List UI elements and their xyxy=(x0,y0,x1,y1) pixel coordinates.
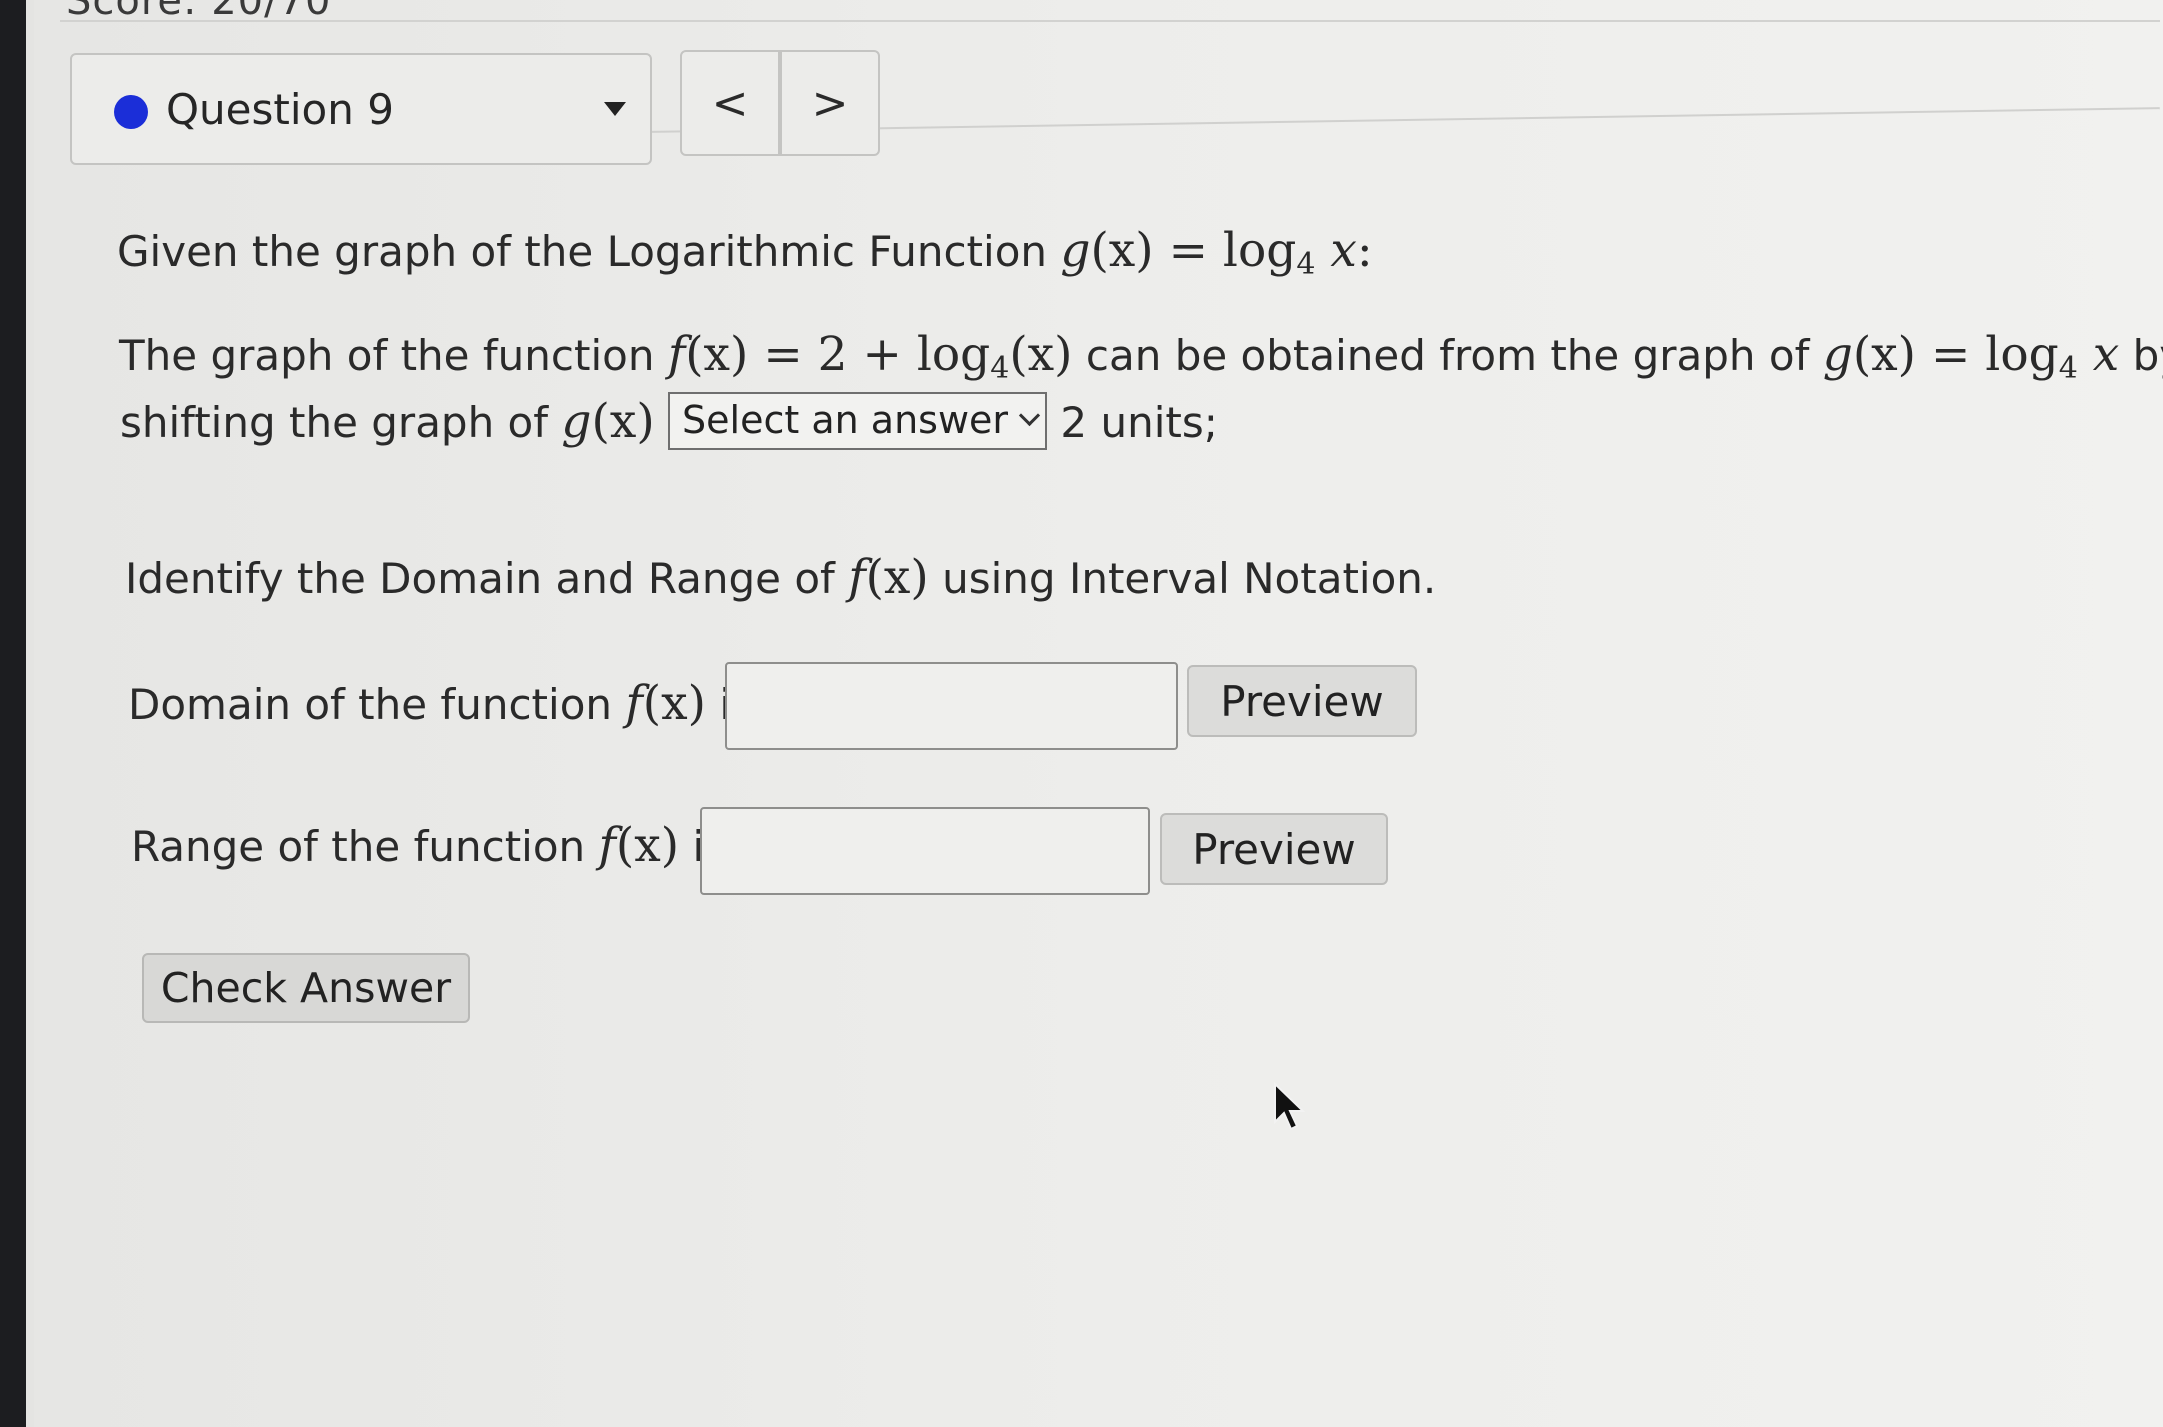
score-text: Score: 20/70 xyxy=(66,0,332,24)
f-formula: f(x) = 2 + log4(x) xyxy=(667,327,1073,386)
domain-label: Domain of the function f(x) is xyxy=(128,676,753,731)
g-function: g(x) xyxy=(561,394,655,449)
range-input[interactable] xyxy=(700,807,1150,895)
transformation-sentence-line1: The graph of the function f(x) = 2 + log… xyxy=(119,327,2163,386)
chevron-left-icon: < xyxy=(711,77,749,129)
range-preview-button[interactable]: Preview xyxy=(1160,813,1388,885)
check-answer-button[interactable]: Check Answer xyxy=(142,953,470,1023)
caret-down-icon xyxy=(604,102,626,116)
mouse-pointer-icon xyxy=(1274,1082,1306,1131)
identify-instruction: Identify the Domain and Range of f(x) us… xyxy=(125,550,1437,605)
shift-direction-select[interactable]: Select an answer xyxy=(668,392,1048,450)
intro-formula: g(x) = log4 x: xyxy=(1060,223,1373,282)
g-formula: g(x) = log4 x xyxy=(1822,327,2120,386)
intro-text: Given the graph of the Logarithmic Funct… xyxy=(117,227,1048,276)
problem-intro: Given the graph of the Logarithmic Funct… xyxy=(117,223,1373,282)
previous-question-button[interactable]: < xyxy=(680,50,780,156)
transformation-sentence-line2: shifting the graph of g(x) Select an ans… xyxy=(120,392,1218,450)
domain-preview-button[interactable]: Preview xyxy=(1187,665,1417,737)
top-divider xyxy=(60,0,2160,22)
status-dot-icon xyxy=(114,95,148,129)
chevron-right-icon: > xyxy=(811,77,849,129)
question-label: Question 9 xyxy=(166,85,394,134)
domain-input[interactable] xyxy=(725,662,1178,750)
next-question-button[interactable]: > xyxy=(780,50,880,156)
chevron-down-icon xyxy=(1018,404,1041,427)
range-label: Range of the function f(x) is xyxy=(131,818,726,873)
question-dropdown[interactable]: Question 9 xyxy=(70,53,652,165)
